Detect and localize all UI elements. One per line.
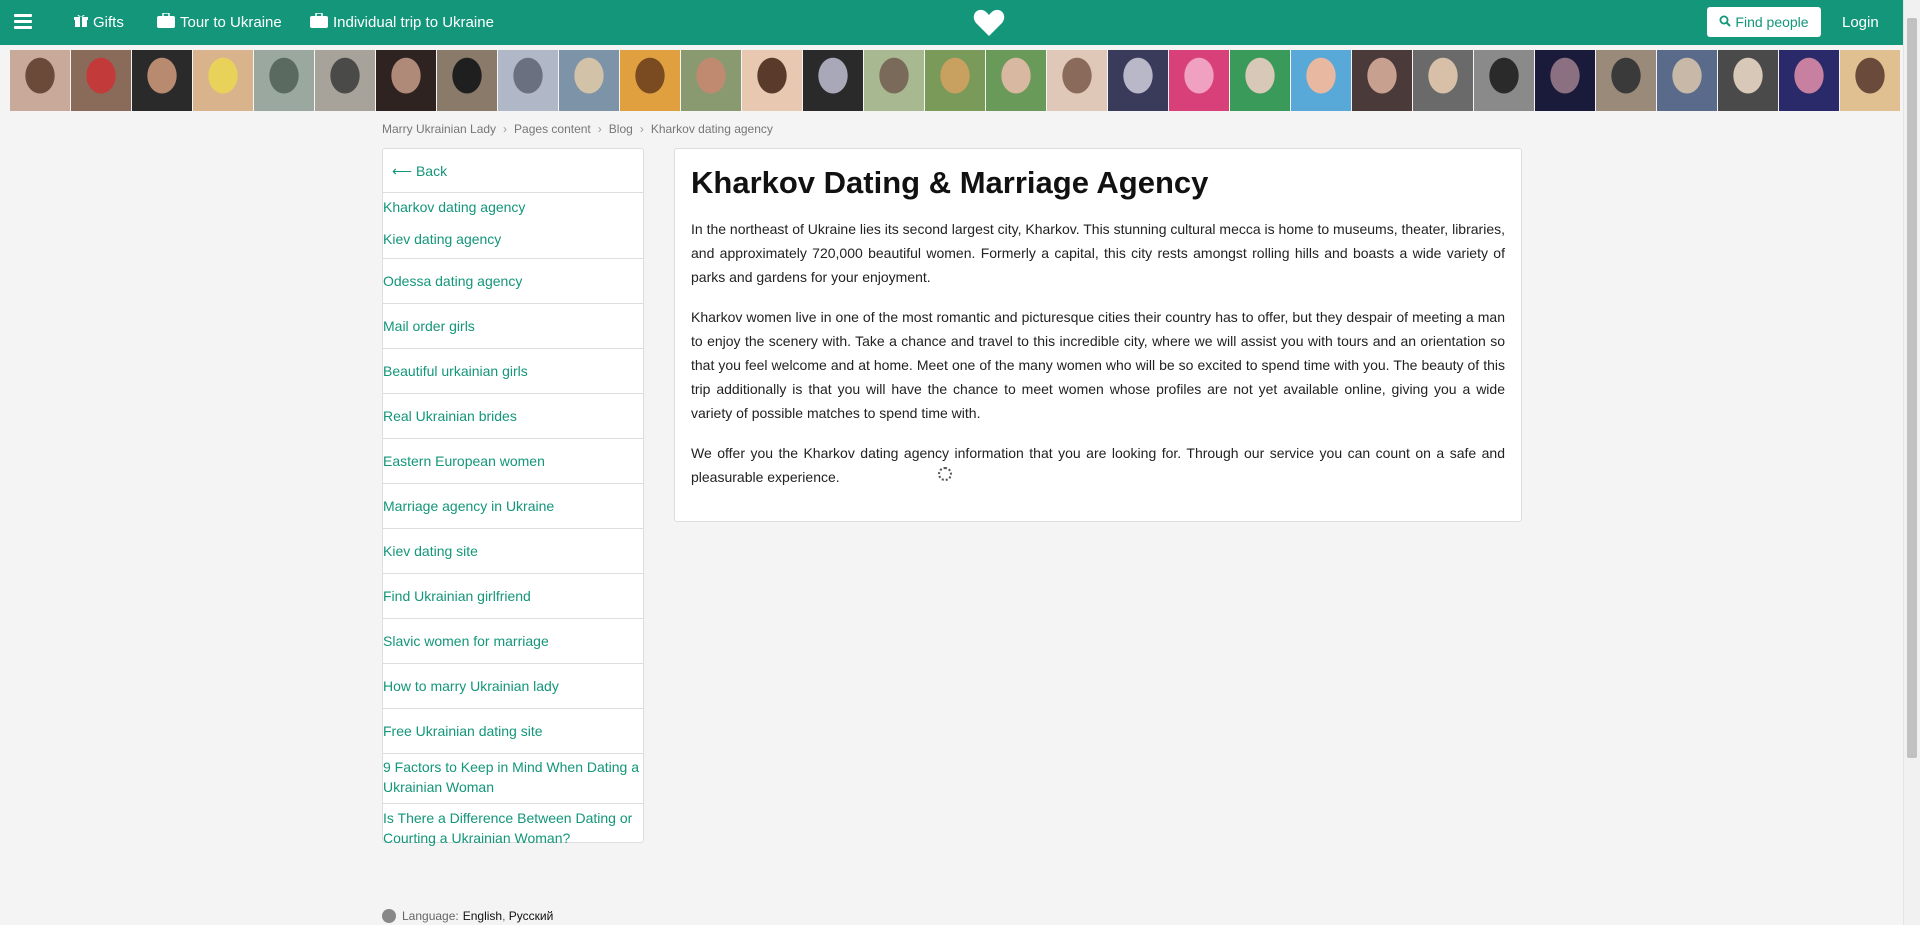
profile-photo-thumbnail[interactable] — [559, 50, 619, 111]
profile-photo-thumbnail[interactable] — [437, 50, 497, 111]
sidebar-item-kharkov[interactable]: Kharkov dating agency — [383, 193, 643, 225]
profile-photo-thumbnail[interactable] — [1840, 50, 1900, 111]
sidebar-item-kiev-site[interactable]: Kiev dating site — [383, 529, 643, 574]
profile-photo-thumbnail[interactable] — [1596, 50, 1656, 111]
profile-photo-thumbnail[interactable] — [1291, 50, 1351, 111]
globe-icon — [382, 909, 396, 923]
profile-photo-thumbnail[interactable] — [376, 50, 436, 111]
login-link[interactable]: Login — [1842, 0, 1879, 45]
sidebar-item-real-brides[interactable]: Real Ukrainian brides — [383, 394, 643, 439]
heart-logo-icon[interactable] — [973, 9, 1005, 37]
profile-photo-strip — [10, 50, 1900, 111]
article-card: Kharkov Dating & Marriage Agency In the … — [674, 148, 1522, 522]
profile-photo-thumbnail[interactable] — [498, 50, 558, 111]
nav-tour-label: Tour to Ukraine — [180, 14, 282, 31]
sidebar-item-dating-or-courting[interactable]: Is There a Difference Between Dating or … — [383, 804, 643, 855]
suitcase-icon — [157, 12, 175, 32]
find-people-label: Find people — [1735, 14, 1809, 30]
search-icon — [1719, 14, 1732, 30]
sidebar-item-slavic-women[interactable]: Slavic women for marriage — [383, 619, 643, 664]
article-paragraph: In the northeast of Ukraine lies its sec… — [691, 221, 1505, 285]
profile-photo-thumbnail[interactable] — [742, 50, 802, 111]
profile-photo-thumbnail[interactable] — [132, 50, 192, 111]
sidebar-item-odessa[interactable]: Odessa dating agency — [383, 259, 643, 304]
hamburger-menu-icon[interactable] — [14, 14, 32, 30]
language-russian-link[interactable]: Русский — [509, 909, 554, 923]
nav-individual-trip-link[interactable]: Individual trip to Ukraine — [310, 0, 494, 45]
loading-spinner-icon — [938, 467, 952, 481]
breadcrumb-chevron-icon: › — [597, 122, 602, 136]
article-title: Kharkov Dating & Marriage Agency — [691, 165, 1209, 200]
sidebar-item-eastern-european[interactable]: Eastern European women — [383, 439, 643, 484]
sidebar-item-beautiful-girls[interactable]: Beautiful urkainian girls — [383, 349, 643, 394]
scrollbar-thumb[interactable] — [1907, 18, 1917, 758]
gift-icon — [74, 14, 88, 32]
profile-photo-thumbnail[interactable] — [1413, 50, 1473, 111]
profile-photo-thumbnail[interactable] — [10, 50, 70, 111]
nav-gifts-label: Gifts — [93, 14, 124, 31]
top-navbar: Gifts Tour to Ukraine Individual trip to… — [0, 0, 1903, 45]
language-separator: , — [502, 909, 509, 923]
breadcrumb-chevron-icon: › — [639, 122, 644, 136]
profile-photo-thumbnail[interactable] — [1657, 50, 1717, 111]
profile-photo-thumbnail[interactable] — [620, 50, 680, 111]
sidebar-item-9-factors[interactable]: 9 Factors to Keep in Mind When Dating a … — [383, 754, 643, 804]
breadcrumb-pages-content[interactable]: Pages content — [514, 122, 591, 136]
profile-photo-thumbnail[interactable] — [1230, 50, 1290, 111]
breadcrumb-home[interactable]: Marry Ukrainian Lady — [382, 122, 496, 136]
language-switcher: Language: English , Русский — [382, 909, 553, 923]
page-scrollbar[interactable] — [1903, 0, 1920, 925]
sidebar-item-kiev-agency[interactable]: Kiev dating agency — [383, 225, 643, 259]
sidebar-item-marriage-agency[interactable]: Marriage agency in Ukraine — [383, 484, 643, 529]
profile-photo-thumbnail[interactable] — [193, 50, 253, 111]
find-people-button[interactable]: Find people — [1707, 7, 1821, 37]
breadcrumb: Marry Ukrainian Lady › Pages content › B… — [382, 122, 773, 136]
profile-photo-thumbnail[interactable] — [986, 50, 1046, 111]
profile-photo-thumbnail[interactable] — [1169, 50, 1229, 111]
profile-photo-thumbnail[interactable] — [1779, 50, 1839, 111]
article-paragraph: We offer you the Kharkov dating agency i… — [691, 445, 1505, 485]
profile-photo-thumbnail[interactable] — [1352, 50, 1412, 111]
nav-individual-trip-label: Individual trip to Ukraine — [333, 14, 494, 31]
language-english-link[interactable]: English — [463, 909, 502, 923]
profile-photo-thumbnail[interactable] — [803, 50, 863, 111]
profile-photo-thumbnail[interactable] — [71, 50, 131, 111]
breadcrumb-current: Kharkov dating agency — [650, 122, 773, 136]
profile-photo-thumbnail[interactable] — [864, 50, 924, 111]
sidebar-item-mail-order[interactable]: Mail order girls — [383, 304, 643, 349]
profile-photo-thumbnail[interactable] — [315, 50, 375, 111]
profile-photo-thumbnail[interactable] — [254, 50, 314, 111]
profile-photo-thumbnail[interactable] — [1718, 50, 1778, 111]
profile-photo-thumbnail[interactable] — [1047, 50, 1107, 111]
profile-photo-thumbnail[interactable] — [1535, 50, 1595, 111]
breadcrumb-chevron-icon: › — [503, 122, 508, 136]
profile-photo-thumbnail[interactable] — [1474, 50, 1534, 111]
article-paragraph: Kharkov women live in one of the most ro… — [691, 309, 1505, 421]
sidebar-item-free-site[interactable]: Free Ukrainian dating site — [383, 709, 643, 754]
back-link[interactable]: ⟵ Back — [383, 149, 643, 193]
nav-gifts-link[interactable]: Gifts — [74, 0, 124, 45]
sidebar-item-girlfriend[interactable]: Find Ukrainian girlfriend — [383, 574, 643, 619]
blog-sidebar: ⟵ Back Kharkov dating agency Kiev dating… — [382, 148, 644, 846]
login-label: Login — [1842, 14, 1879, 31]
nav-tour-link[interactable]: Tour to Ukraine — [157, 0, 282, 45]
language-label: Language: — [402, 909, 459, 923]
suitcase-icon — [310, 12, 328, 32]
sidebar-item-how-to-marry[interactable]: How to marry Ukrainian lady — [383, 664, 643, 709]
profile-photo-thumbnail[interactable] — [925, 50, 985, 111]
breadcrumb-blog[interactable]: Blog — [609, 122, 633, 136]
profile-photo-thumbnail[interactable] — [681, 50, 741, 111]
profile-photo-thumbnail[interactable] — [1108, 50, 1168, 111]
